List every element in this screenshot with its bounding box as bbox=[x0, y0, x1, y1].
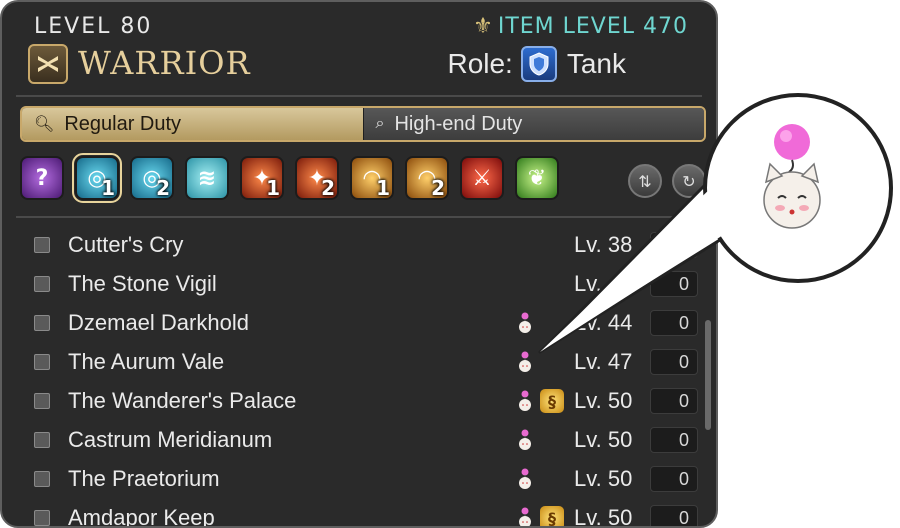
moogle-callout bbox=[538, 93, 893, 354]
